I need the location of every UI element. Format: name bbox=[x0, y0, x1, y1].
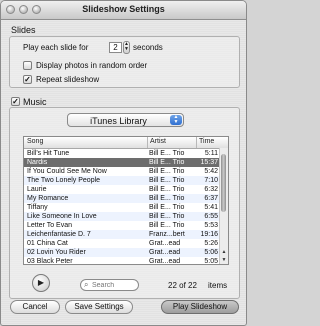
cell-time: 6:32 bbox=[204, 186, 218, 193]
cell-song: The Two Lonely People bbox=[27, 177, 101, 184]
cell-song: Letter To Evan bbox=[27, 222, 73, 229]
cell-artist: Bill E... Trio bbox=[149, 168, 185, 175]
cell-time: 5:42 bbox=[204, 168, 218, 175]
random-order-label: Display photos in random order bbox=[36, 61, 148, 70]
cell-artist: Bill E... Trio bbox=[149, 177, 185, 184]
save-settings-button[interactable]: Save Settings bbox=[65, 300, 133, 314]
item-count: 22 of 22 bbox=[168, 281, 197, 290]
scroll-down-icon[interactable]: ▼ bbox=[220, 256, 228, 264]
play-each-slide-label: Play each slide for bbox=[23, 43, 89, 52]
table-row[interactable]: 01 China Cat Grat...ead 5:26 bbox=[24, 239, 220, 248]
play-icon: ▶ bbox=[37, 278, 45, 287]
popup-arrows-icon: ▲ ▼ bbox=[170, 115, 182, 125]
song-table[interactable]: Song Artist Time Bill's Hit Tune Bill E..… bbox=[23, 136, 229, 265]
items-label: items bbox=[208, 281, 228, 290]
cell-artist: Bill E... Trio bbox=[149, 195, 185, 202]
cell-song: Bill's Hit Tune bbox=[27, 150, 70, 157]
seconds-input[interactable]: 2 bbox=[109, 42, 122, 53]
cell-song: Like Someone In Love bbox=[27, 213, 97, 220]
search-icon: ⌕ bbox=[84, 280, 89, 289]
cell-artist: Bill E... Trio bbox=[149, 150, 185, 157]
cell-song: Tiffany bbox=[27, 204, 48, 211]
cell-artist: Franz...bert bbox=[149, 231, 185, 238]
cell-artist: Grat...ead bbox=[149, 258, 181, 265]
slideshow-settings-window: Slideshow Settings Slides Play each slid… bbox=[0, 0, 247, 326]
table-row[interactable]: 03 Black Peter Grat...ead 5:05 bbox=[24, 257, 220, 265]
column-header-time[interactable]: Time bbox=[199, 138, 214, 145]
cell-song: Nardis bbox=[27, 159, 48, 166]
checkmark-icon: ✓ bbox=[24, 75, 31, 84]
title-bar: Slideshow Settings bbox=[1, 1, 246, 20]
preview-play-button[interactable]: ▶ bbox=[32, 274, 50, 292]
cell-artist: Bill E... Trio bbox=[149, 213, 185, 220]
column-header-artist[interactable]: Artist bbox=[150, 138, 166, 145]
table-row[interactable]: If You Could See Me Now Bill E... Trio 5:4… bbox=[24, 167, 220, 176]
search-field[interactable]: ⌕ bbox=[80, 279, 139, 291]
cell-time: 5:06 bbox=[204, 249, 218, 256]
cell-song: If You Could See Me Now bbox=[27, 168, 107, 175]
play-slideshow-button[interactable]: Play Slideshow bbox=[161, 300, 239, 314]
repeat-slideshow-label: Repeat slideshow bbox=[36, 75, 100, 84]
table-row[interactable]: Like Someone In Love Bill E... Trio 6:55 bbox=[24, 212, 220, 221]
table-row[interactable]: The Two Lonely People Bill E... Trio 7:10 bbox=[24, 176, 220, 185]
cell-song: 02 Lovin You Rider bbox=[27, 249, 86, 256]
table-header: Song Artist Time bbox=[24, 137, 228, 149]
repeat-slideshow-checkbox[interactable]: ✓ bbox=[23, 75, 32, 84]
cell-time: 5:26 bbox=[204, 240, 218, 247]
table-row[interactable]: Bill's Hit Tune Bill E... Trio 5:11 bbox=[24, 149, 220, 158]
cell-artist: Bill E... Trio bbox=[149, 159, 185, 166]
cell-song: Laurie bbox=[27, 186, 47, 193]
cell-time: 5:53 bbox=[204, 222, 218, 229]
cell-song: My Romance bbox=[27, 195, 69, 202]
cell-time: 15:37 bbox=[200, 159, 218, 166]
cell-artist: Grat...ead bbox=[149, 249, 181, 256]
table-row[interactable]: Nardis Bill E... Trio 15:37 bbox=[24, 158, 220, 167]
table-scrollbar[interactable]: ▲ ▼ bbox=[219, 148, 228, 264]
column-separator bbox=[196, 137, 197, 148]
cell-time: 5:05 bbox=[204, 258, 218, 265]
cell-artist: Bill E... Trio bbox=[149, 222, 185, 229]
cell-time: 6:55 bbox=[204, 213, 218, 220]
cell-time: 5:41 bbox=[204, 204, 218, 211]
table-row[interactable]: Laurie Bill E... Trio 6:32 bbox=[24, 185, 220, 194]
seconds-stepper[interactable]: ▲ ▼ bbox=[123, 41, 130, 54]
seconds-label: seconds bbox=[133, 43, 163, 52]
random-order-checkbox[interactable] bbox=[23, 61, 32, 70]
cell-time: 6:37 bbox=[204, 195, 218, 202]
cell-time: 7:10 bbox=[204, 177, 218, 184]
cell-song: 03 Black Peter bbox=[27, 258, 73, 265]
column-header-song[interactable]: Song bbox=[27, 138, 43, 145]
table-row[interactable]: My Romance Bill E... Trio 6:37 bbox=[24, 194, 220, 203]
cell-time: 19:16 bbox=[200, 231, 218, 238]
column-separator bbox=[147, 137, 148, 148]
cell-song: Leichenfantasie D. 7 bbox=[27, 231, 91, 238]
search-input[interactable] bbox=[92, 281, 136, 289]
cell-time: 5:11 bbox=[204, 150, 218, 157]
table-row[interactable]: Tiffany Bill E... Trio 5:41 bbox=[24, 203, 220, 212]
table-row[interactable]: Leichenfantasie D. 7 Franz...bert 19:16 bbox=[24, 230, 220, 239]
music-checkbox[interactable]: ✓ bbox=[11, 97, 20, 106]
table-row[interactable]: Letter To Evan Bill E... Trio 5:53 bbox=[24, 221, 220, 230]
table-row[interactable]: 02 Lovin You Rider Grat...ead 5:06 bbox=[24, 248, 220, 257]
scroll-up-icon[interactable]: ▲ bbox=[220, 248, 228, 256]
music-source-popup[interactable]: iTunes Library ▲ ▼ bbox=[67, 113, 184, 127]
music-section-label: Music bbox=[23, 97, 47, 107]
cancel-button[interactable]: Cancel bbox=[10, 300, 60, 314]
cell-song: 01 China Cat bbox=[27, 240, 68, 247]
checkmark-icon: ✓ bbox=[12, 97, 19, 106]
cell-artist: Grat...ead bbox=[149, 240, 181, 247]
music-source-value: iTunes Library bbox=[90, 116, 147, 126]
window-title: Slideshow Settings bbox=[82, 4, 165, 14]
cell-artist: Bill E... Trio bbox=[149, 186, 185, 193]
stepper-down-icon[interactable]: ▼ bbox=[124, 47, 129, 52]
scrollbar-thumb[interactable] bbox=[221, 154, 226, 212]
slides-section-label: Slides bbox=[11, 25, 36, 35]
cell-artist: Bill E... Trio bbox=[149, 204, 185, 211]
